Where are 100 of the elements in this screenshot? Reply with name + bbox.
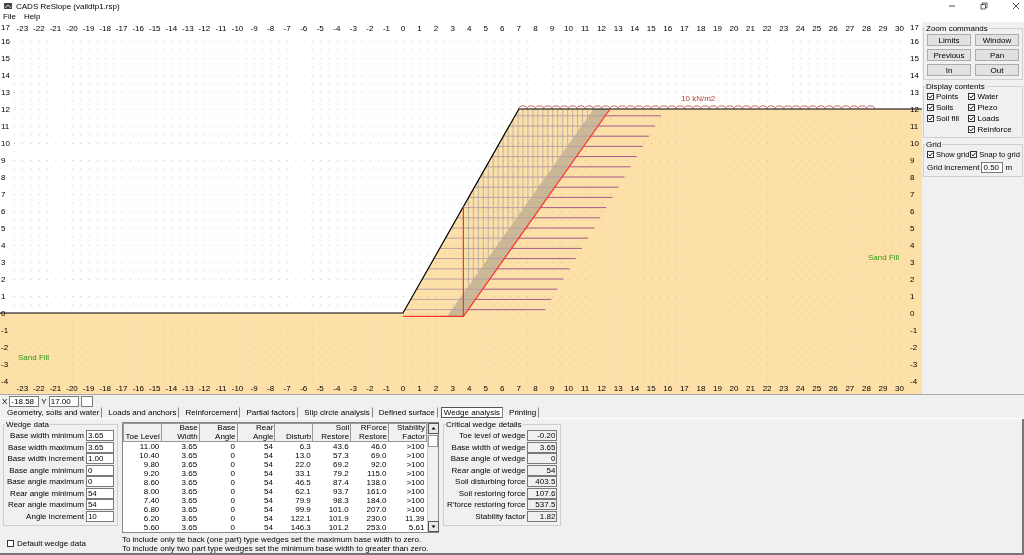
scroll-up-icon[interactable] xyxy=(427,423,439,434)
field-label: Stability factor xyxy=(475,511,526,521)
column-header[interactable]: Rear Angle xyxy=(237,423,275,442)
tab[interactable]: Geometry, soils and water xyxy=(4,407,103,418)
column-header[interactable]: RForce Restore xyxy=(350,423,389,442)
close-icon[interactable] xyxy=(1012,2,1020,10)
ruler-label: -9 xyxy=(250,384,258,393)
ruler-label: 21 xyxy=(746,24,755,33)
ruler-label: -3 xyxy=(1,360,9,369)
table-cell-text: >100 xyxy=(405,451,426,460)
ruler-label: 7 xyxy=(910,190,915,199)
input-field[interactable]: 0 xyxy=(85,476,114,488)
checkbox[interactable] xyxy=(970,151,978,158)
input-field[interactable]: 0 xyxy=(85,464,114,476)
group-title: Critical wedge details xyxy=(444,420,523,429)
output-field[interactable]: -0.20 xyxy=(527,430,558,442)
checkbox[interactable] xyxy=(968,104,976,111)
ruler-label: -13 xyxy=(182,384,194,393)
input-field[interactable]: 3.65 xyxy=(85,430,114,442)
table-cell-text: 5.60 xyxy=(142,523,161,532)
ruler-label: -4 xyxy=(1,377,9,386)
column-header[interactable]: Toe Level xyxy=(123,423,162,442)
checkbox[interactable] xyxy=(927,93,934,100)
table-cell: >100 xyxy=(388,441,427,451)
output-field[interactable]: 1.82 xyxy=(527,510,558,522)
output-field[interactable]: 54 xyxy=(527,464,558,476)
ruler-label: 30 xyxy=(895,24,904,33)
checkbox-label: Reinforce xyxy=(977,125,1012,134)
tab[interactable]: Reinforcement xyxy=(182,407,241,418)
checkbox[interactable] xyxy=(927,115,934,122)
tab[interactable]: Loads and anchors xyxy=(105,407,180,418)
checkbox[interactable] xyxy=(927,151,934,158)
table-cell-text: 54 xyxy=(263,469,274,478)
input-field[interactable]: 54 xyxy=(85,487,114,499)
column-header[interactable]: Disturb xyxy=(274,423,313,442)
checkbox[interactable] xyxy=(927,104,934,111)
tab[interactable]: Wedge analysis xyxy=(440,407,504,418)
checkbox[interactable] xyxy=(968,115,976,122)
menu-item[interactable]: File xyxy=(3,12,16,22)
zoom-button[interactable]: Window xyxy=(975,34,1019,46)
zoom-button[interactable]: Limits xyxy=(927,34,971,46)
table-cell-text: 93.7 xyxy=(332,487,350,496)
input-field[interactable]: 1.00 xyxy=(85,453,114,465)
input-field[interactable]: 17.00 xyxy=(48,395,79,407)
ruler-label: -9 xyxy=(250,24,258,33)
ruler-label: -4 xyxy=(333,24,341,33)
output-field[interactable]: 537.5 xyxy=(527,499,558,511)
zoom-button[interactable]: Out xyxy=(975,64,1019,76)
scrollbar-thumb[interactable] xyxy=(427,435,438,447)
table-cell-text: 3.65 xyxy=(180,505,199,514)
table-cell-text: 3.65 xyxy=(180,514,199,523)
tab[interactable]: Partial factors xyxy=(243,407,299,418)
checkbox-label: Points xyxy=(936,92,959,101)
checkbox[interactable] xyxy=(7,539,14,547)
table-cell-text: 207.0 xyxy=(365,505,388,514)
ruler-label: 26 xyxy=(828,384,838,393)
output-field[interactable]: 403.5 xyxy=(527,476,558,488)
tab[interactable]: Slip circle analysis xyxy=(301,407,373,418)
ruler-label: 6 xyxy=(1,207,6,216)
table-cell-text: 230.0 xyxy=(365,514,388,523)
table-cell-text: 0 xyxy=(229,505,237,514)
input-field[interactable]: 10 xyxy=(85,510,114,522)
zoom-button[interactable]: Previous xyxy=(927,49,971,61)
zoom-button[interactable]: In xyxy=(927,64,971,76)
output-field[interactable]: 107.6 xyxy=(527,487,558,499)
column-header[interactable]: Soil Restore xyxy=(312,423,351,442)
input-field[interactable]: 3.65 xyxy=(85,441,114,453)
ruler-label: 0 xyxy=(910,309,915,318)
ruler-label: -11 xyxy=(215,384,227,393)
field-label: Y xyxy=(41,396,47,406)
table-cell-text: 146.3 xyxy=(289,523,312,532)
ruler-label: 19 xyxy=(713,384,722,393)
ruler-label: 5 xyxy=(910,224,915,233)
ruler-label: 7 xyxy=(516,384,522,393)
input-field[interactable]: 54 xyxy=(85,499,114,511)
ruler-label: -16 xyxy=(132,384,144,393)
tab[interactable]: Defined surface xyxy=(375,407,438,418)
input-field[interactable]: -18.58 xyxy=(9,395,40,407)
output-field[interactable]: 3.65 xyxy=(527,441,558,453)
checkbox[interactable] xyxy=(968,126,976,133)
column-header[interactable]: Base Angle xyxy=(199,423,238,442)
output-field[interactable]: 0 xyxy=(527,453,558,465)
input-field[interactable]: 0.50 xyxy=(981,162,1004,173)
zoom-button[interactable]: Pan xyxy=(975,49,1019,61)
ruler-label: 1 xyxy=(417,384,422,393)
menu-item[interactable]: Help xyxy=(23,12,41,22)
maximize-icon[interactable] xyxy=(980,2,988,10)
column-header[interactable]: Stability Factor xyxy=(388,423,427,442)
ruler-label: 2 xyxy=(910,275,915,284)
table-cell-text: 0 xyxy=(229,523,237,532)
input-field[interactable] xyxy=(80,395,93,407)
tab[interactable]: Printing xyxy=(506,407,540,418)
table-cell-text: 99.9 xyxy=(294,505,312,514)
scroll-down-icon[interactable] xyxy=(427,521,439,532)
ruler-label: 13 xyxy=(910,88,919,97)
ruler-label: 15 xyxy=(646,384,656,393)
column-header[interactable]: Base Width xyxy=(161,423,200,442)
scrollbar[interactable] xyxy=(426,423,438,532)
checkbox[interactable] xyxy=(968,93,976,100)
ruler-label: -1 xyxy=(1,326,9,335)
